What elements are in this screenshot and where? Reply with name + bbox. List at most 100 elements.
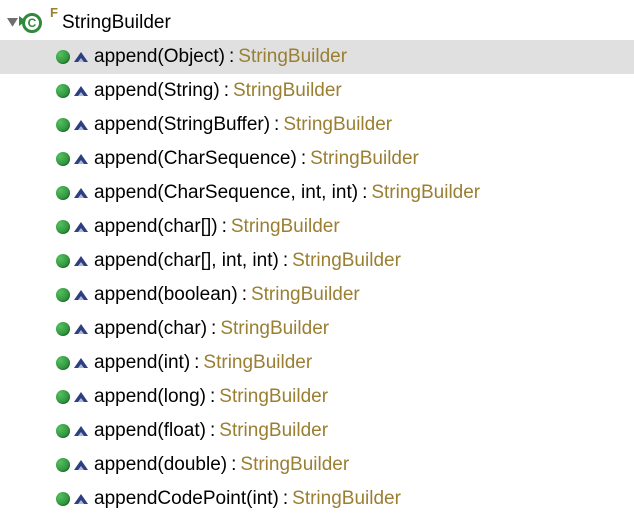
method-params: CharSequence, int, int xyxy=(164,182,352,204)
public-method-icon xyxy=(56,492,70,506)
method-row[interactable]: append(boolean) :StringBuilder xyxy=(0,278,634,312)
method-icons xyxy=(56,424,88,438)
method-name: append xyxy=(94,284,157,306)
method-name: append xyxy=(94,318,157,340)
method-params: char[] xyxy=(164,216,212,238)
method-icons xyxy=(56,356,88,370)
method-params: double xyxy=(164,454,221,476)
override-icon xyxy=(74,494,88,504)
public-method-icon xyxy=(56,424,70,438)
method-return-type: StringBuilder xyxy=(227,216,340,238)
expand-icon[interactable] xyxy=(4,18,20,29)
method-params: float xyxy=(164,420,200,442)
override-icon xyxy=(74,86,88,96)
override-icon xyxy=(74,290,88,300)
method-params: int xyxy=(252,488,272,510)
method-icons xyxy=(56,186,88,200)
override-icon xyxy=(74,426,88,436)
method-row[interactable]: append(String) :StringBuilder xyxy=(0,74,634,108)
method-return-type: StringBuilder xyxy=(288,250,401,272)
method-row[interactable]: append(Object) :StringBuilder xyxy=(0,40,634,74)
method-icons xyxy=(56,220,88,234)
method-params: Object xyxy=(164,46,219,68)
method-name: append xyxy=(94,216,157,238)
method-return-type: StringBuilder xyxy=(199,352,312,374)
method-row[interactable]: append(char) :StringBuilder xyxy=(0,312,634,346)
public-method-icon xyxy=(56,118,70,132)
override-icon xyxy=(74,392,88,402)
method-row[interactable]: append(CharSequence) :StringBuilder xyxy=(0,142,634,176)
method-params: boolean xyxy=(164,284,232,306)
class-icon: C F xyxy=(22,11,48,35)
method-row[interactable]: appendCodePoint(int) :StringBuilder xyxy=(0,482,634,516)
method-row[interactable]: append(int) :StringBuilder xyxy=(0,346,634,380)
override-icon xyxy=(74,460,88,470)
method-row[interactable]: append(double) :StringBuilder xyxy=(0,448,634,482)
method-row[interactable]: append(long) :StringBuilder xyxy=(0,380,634,414)
method-signature: append(CharSequence, int, int) :StringBu… xyxy=(94,182,480,204)
method-params: char[], int, int xyxy=(164,250,273,272)
method-return-type: StringBuilder xyxy=(288,488,401,510)
method-row[interactable]: append(StringBuffer) :StringBuilder xyxy=(0,108,634,142)
method-icons xyxy=(56,322,88,336)
method-icons xyxy=(56,254,88,268)
class-row[interactable]: C F StringBuilder xyxy=(0,6,634,40)
class-name-label: StringBuilder xyxy=(52,12,171,34)
method-icons xyxy=(56,50,88,64)
method-params: int xyxy=(164,352,184,374)
override-icon xyxy=(74,324,88,334)
method-signature: appendCodePoint(int) :StringBuilder xyxy=(94,488,401,510)
method-params: StringBuffer xyxy=(164,114,264,136)
final-modifier-badge: F xyxy=(50,5,58,20)
public-method-icon xyxy=(56,322,70,336)
method-signature: append(boolean) :StringBuilder xyxy=(94,284,360,306)
method-name: append xyxy=(94,454,157,476)
method-name: append xyxy=(94,46,157,68)
public-method-icon xyxy=(56,50,70,64)
method-return-type: StringBuilder xyxy=(234,46,347,68)
method-params: String xyxy=(164,80,214,102)
method-row[interactable]: append(CharSequence, int, int) :StringBu… xyxy=(0,176,634,210)
method-return-type: StringBuilder xyxy=(215,386,328,408)
public-method-icon xyxy=(56,186,70,200)
method-signature: append(float) :StringBuilder xyxy=(94,420,328,442)
method-signature: append(char) :StringBuilder xyxy=(94,318,329,340)
method-return-type: StringBuilder xyxy=(216,318,329,340)
public-method-icon xyxy=(56,356,70,370)
method-signature: append(StringBuffer) :StringBuilder xyxy=(94,114,392,136)
method-params: long xyxy=(164,386,200,408)
public-method-icon xyxy=(56,84,70,98)
method-name: appendCodePoint xyxy=(94,488,246,510)
method-icons xyxy=(56,390,88,404)
method-name: append xyxy=(94,250,157,272)
method-name: append xyxy=(94,420,157,442)
method-name: append xyxy=(94,182,157,204)
method-return-type: StringBuilder xyxy=(279,114,392,136)
method-signature: append(double) :StringBuilder xyxy=(94,454,349,476)
method-signature: append(CharSequence) :StringBuilder xyxy=(94,148,419,170)
method-return-type: StringBuilder xyxy=(247,284,360,306)
override-icon xyxy=(74,222,88,232)
public-method-icon xyxy=(56,220,70,234)
method-row[interactable]: append(char[], int, int) :StringBuilder xyxy=(0,244,634,278)
override-icon xyxy=(74,358,88,368)
method-return-type: StringBuilder xyxy=(236,454,349,476)
method-return-type: StringBuilder xyxy=(229,80,342,102)
outline-tree: C F StringBuilder append(Object) :String… xyxy=(0,0,634,516)
override-icon xyxy=(74,256,88,266)
method-icons xyxy=(56,288,88,302)
method-icons xyxy=(56,84,88,98)
method-row[interactable]: append(char[]) :StringBuilder xyxy=(0,210,634,244)
method-icons xyxy=(56,458,88,472)
method-signature: append(int) :StringBuilder xyxy=(94,352,312,374)
method-row[interactable]: append(float) :StringBuilder xyxy=(0,414,634,448)
method-name: append xyxy=(94,80,157,102)
public-method-icon xyxy=(56,152,70,166)
method-icons xyxy=(56,492,88,506)
override-icon xyxy=(74,188,88,198)
method-return-type: StringBuilder xyxy=(367,182,480,204)
public-method-icon xyxy=(56,254,70,268)
method-signature: append(char[], int, int) :StringBuilder xyxy=(94,250,401,272)
public-method-icon xyxy=(56,288,70,302)
public-method-icon xyxy=(56,458,70,472)
